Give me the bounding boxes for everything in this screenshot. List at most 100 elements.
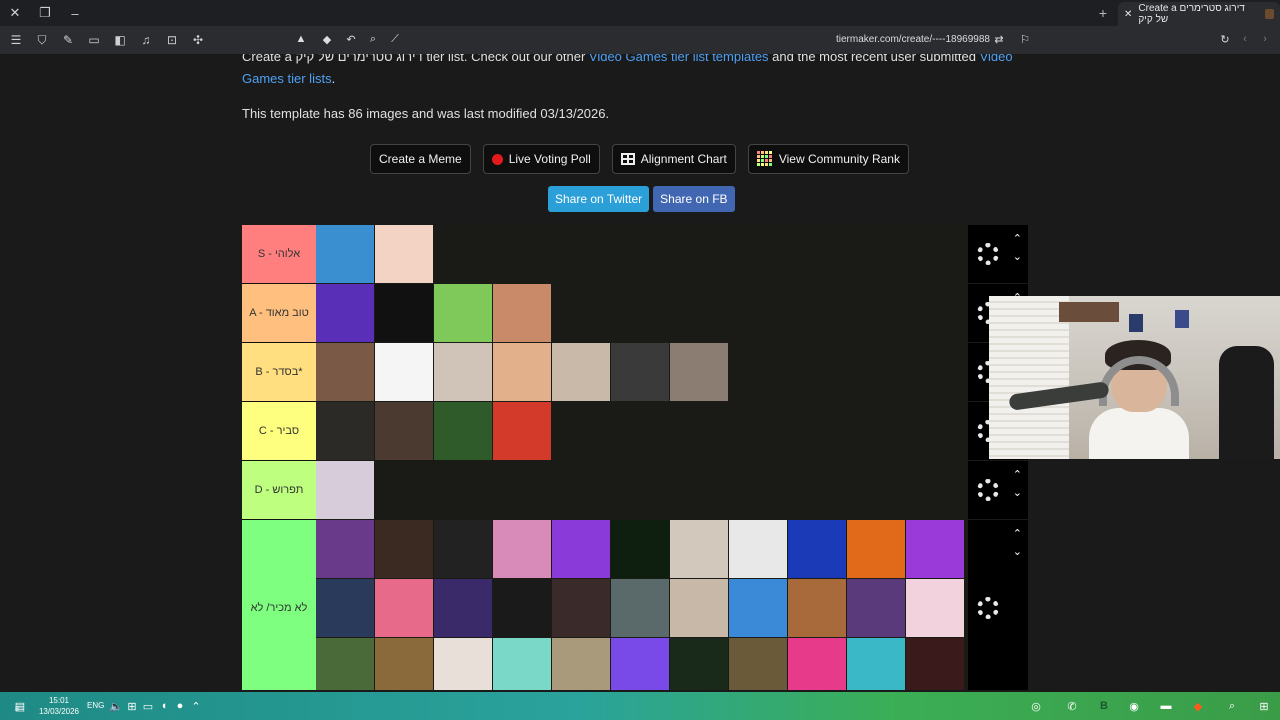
streamer-image[interactable]: [552, 579, 610, 637]
create-meme-button[interactable]: Create a Meme: [370, 144, 471, 174]
streamer-image[interactable]: [788, 638, 846, 690]
streamer-image[interactable]: [316, 579, 374, 637]
streamer-image[interactable]: [729, 638, 787, 690]
streamer-image[interactable]: [375, 579, 433, 637]
streamer-image[interactable]: [316, 520, 374, 578]
streamer-image[interactable]: [611, 638, 669, 690]
app-b-icon[interactable]: B: [1094, 696, 1114, 716]
streamer-image[interactable]: [316, 402, 374, 460]
tier-label[interactable]: לא מכיר/ לא: [242, 520, 316, 690]
gear-icon[interactable]: [977, 243, 999, 265]
music-icon[interactable]: ♫: [136, 30, 156, 50]
streamer-image[interactable]: [434, 638, 492, 690]
streamer-image[interactable]: [670, 343, 728, 401]
tier-label[interactable]: C - סביר: [242, 402, 316, 460]
app-files-icon[interactable]: ▬: [1156, 696, 1176, 716]
streamer-image[interactable]: [906, 520, 964, 578]
streamer-image[interactable]: [847, 520, 905, 578]
streamer-image[interactable]: [434, 284, 492, 342]
streamer-image[interactable]: [493, 402, 551, 460]
streamer-image[interactable]: [670, 520, 728, 578]
streamer-image[interactable]: [611, 343, 669, 401]
tier-label[interactable]: B - בסדר*: [242, 343, 316, 401]
streamer-image[interactable]: [493, 638, 551, 690]
streamer-image[interactable]: [375, 225, 433, 283]
gear-icon[interactable]: [977, 597, 999, 619]
tray-expand-icon[interactable]: ⌃: [186, 696, 206, 716]
url-bar[interactable]: tiermaker.com/create/----18969988: [836, 34, 990, 45]
tier-label[interactable]: D - תפרוש: [242, 461, 316, 519]
close-window-icon[interactable]: ✕: [0, 0, 30, 26]
streamer-image[interactable]: [434, 579, 492, 637]
streamer-image[interactable]: [552, 520, 610, 578]
share-twitter-button[interactable]: Share on Twitter: [548, 186, 650, 212]
streamer-image[interactable]: [434, 343, 492, 401]
live-poll-button[interactable]: Live Voting Poll: [482, 144, 600, 174]
site-settings-icon[interactable]: ⇄: [990, 30, 1008, 48]
streamer-image[interactable]: [434, 520, 492, 578]
menu-icon[interactable]: ☰: [6, 30, 26, 50]
active-tab[interactable]: ✕ Create a דירוג סטרימרים של קיק: [1118, 2, 1280, 26]
tools-icon[interactable]: ⟋: [386, 30, 404, 48]
streamer-image[interactable]: [493, 579, 551, 637]
streamer-image[interactable]: [611, 520, 669, 578]
chevron-down-icon[interactable]: ⌄: [1013, 251, 1022, 263]
pen-icon[interactable]: ✎: [58, 30, 78, 50]
streamer-image[interactable]: [316, 461, 374, 519]
streamer-image[interactable]: [375, 284, 433, 342]
brave-shield-icon[interactable]: ◆: [318, 30, 336, 48]
restore-icon[interactable]: ❐: [30, 0, 60, 26]
app-brave-icon[interactable]: ◆: [1188, 696, 1208, 716]
streamer-image[interactable]: [316, 638, 374, 690]
sidebar-icon[interactable]: ◧: [110, 30, 130, 50]
new-tab-button[interactable]: +: [1094, 4, 1112, 22]
chevron-down-icon[interactable]: ⌄: [1013, 487, 1022, 499]
tier-label[interactable]: A - טוב מאוד: [242, 284, 316, 342]
app-discord-icon[interactable]: ◉: [1124, 696, 1144, 716]
streamer-image[interactable]: [493, 284, 551, 342]
search-icon[interactable]: ⌕: [1222, 696, 1242, 716]
streamer-image[interactable]: [847, 579, 905, 637]
streamer-image[interactable]: [788, 520, 846, 578]
extensions-icon[interactable]: ✣: [188, 30, 208, 50]
taskbar-clock[interactable]: 15:01 13/03/2026: [36, 695, 82, 717]
chevron-up-icon[interactable]: ⌃: [1013, 528, 1022, 540]
shield-icon[interactable]: ⛉: [32, 30, 52, 50]
tab-close-icon[interactable]: ✕: [1124, 9, 1132, 20]
streamer-image[interactable]: [375, 343, 433, 401]
bookmark-icon[interactable]: ⚐: [1016, 30, 1034, 48]
forward-icon[interactable]: ›: [1256, 30, 1274, 48]
streamer-image[interactable]: [375, 638, 433, 690]
gear-icon[interactable]: [977, 479, 999, 501]
tabs-icon[interactable]: ▭: [84, 30, 104, 50]
streamer-image[interactable]: [729, 579, 787, 637]
reload-icon[interactable]: ↻: [1216, 30, 1234, 48]
streamer-image[interactable]: [847, 638, 905, 690]
app-obs-icon[interactable]: ◎: [1026, 696, 1046, 716]
streamer-image[interactable]: [493, 343, 551, 401]
templates-link[interactable]: Video Games tier list templates: [589, 54, 769, 64]
language-indicator[interactable]: ENG: [87, 701, 104, 710]
streamer-image[interactable]: [316, 284, 374, 342]
app-whatsapp-icon[interactable]: ✆: [1062, 696, 1082, 716]
streamer-image[interactable]: [552, 343, 610, 401]
streamer-image[interactable]: [316, 225, 374, 283]
minimize-icon[interactable]: –: [60, 0, 90, 26]
chevron-down-icon[interactable]: ⌄: [1013, 546, 1022, 558]
ext-red-icon[interactable]: ▲: [292, 30, 310, 48]
chevron-up-icon[interactable]: ⌃: [1013, 233, 1022, 245]
streamer-image[interactable]: [434, 402, 492, 460]
streamer-image[interactable]: [906, 638, 964, 690]
streamer-image[interactable]: [670, 638, 728, 690]
chevron-up-icon[interactable]: ⌃: [1013, 469, 1022, 481]
windows-start-icon[interactable]: ⊞: [1254, 696, 1274, 716]
tier-label[interactable]: S - אלוהי: [242, 225, 316, 283]
streamer-image[interactable]: [493, 520, 551, 578]
back-icon[interactable]: ‹: [1236, 30, 1254, 48]
share-fb-button[interactable]: Share on FB: [653, 186, 735, 212]
streamer-image[interactable]: [670, 579, 728, 637]
streamer-image[interactable]: [788, 579, 846, 637]
zoom-icon[interactable]: ⌕: [364, 30, 382, 48]
streamer-image[interactable]: [552, 638, 610, 690]
streamer-image[interactable]: [316, 343, 374, 401]
